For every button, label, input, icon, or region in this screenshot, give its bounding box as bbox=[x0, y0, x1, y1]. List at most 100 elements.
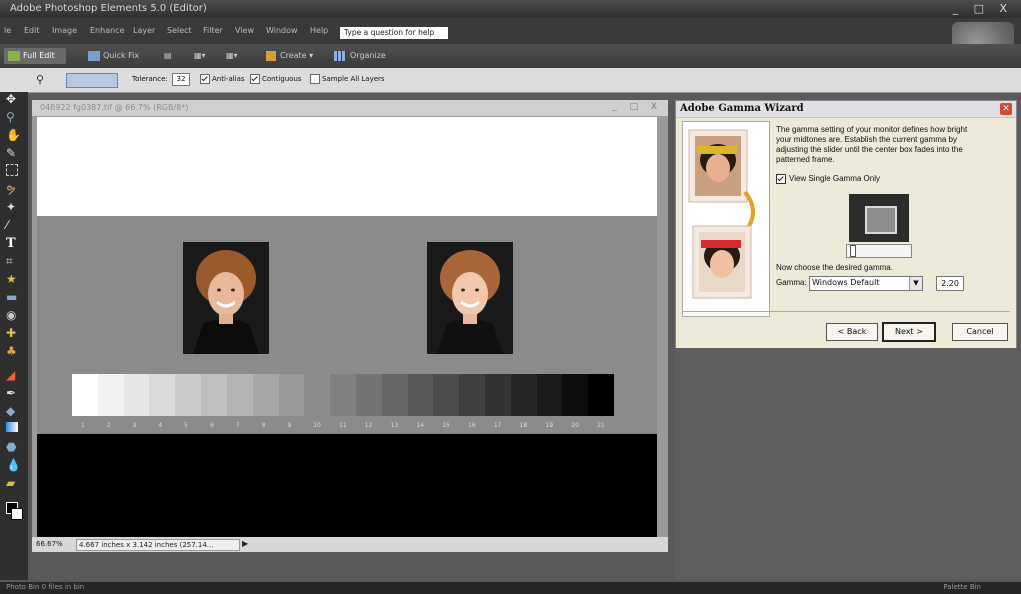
contiguous-label: Contiguous bbox=[262, 75, 302, 83]
status-arrow-icon[interactable]: ▶ bbox=[242, 539, 248, 548]
print-icon[interactable]: ▤ bbox=[164, 48, 178, 64]
gamma-select[interactable]: Windows Default ▼ bbox=[809, 276, 923, 291]
selection-mode-icons[interactable] bbox=[66, 73, 118, 88]
gamma-center-box bbox=[865, 206, 897, 234]
full-edit-button[interactable]: Full Edit bbox=[4, 48, 66, 64]
document-dimensions[interactable]: 4.667 inches x 3.142 inches (257.14... bbox=[76, 539, 240, 551]
gray-step-cell bbox=[588, 374, 615, 416]
chevron-down-icon[interactable]: ▼ bbox=[909, 277, 922, 290]
document-window-controls[interactable]: _ □ X bbox=[612, 102, 662, 112]
toolbox: ✥ ⚲ ✋ ✎ ຯ ✦ ⁄ T ⌗ ★ ▬ ◉ ✚ ♣ ◢ ✒ ◆ ⬣ 💧 ▰ bbox=[0, 92, 28, 580]
menu-help[interactable]: Help bbox=[310, 26, 328, 35]
dialog-illustration-panel bbox=[682, 121, 770, 317]
gamma-select-value: Windows Default bbox=[812, 278, 880, 287]
gray-step-number: 14 bbox=[416, 422, 425, 429]
crop-tool-icon[interactable]: ⌗ bbox=[6, 254, 20, 268]
organize-label: Organize bbox=[350, 51, 386, 60]
dialog-title: Adobe Gamma Wizard bbox=[680, 103, 804, 114]
menu-edit[interactable]: Edit bbox=[24, 26, 40, 35]
menu-image[interactable]: Image bbox=[52, 26, 77, 35]
menu-select[interactable]: Select bbox=[167, 26, 192, 35]
type-tool-icon[interactable]: T bbox=[6, 236, 20, 251]
gradient-tool-icon[interactable] bbox=[6, 422, 18, 432]
gray-step-number: 13 bbox=[390, 422, 399, 429]
gray-step-cell bbox=[226, 374, 253, 416]
order-prints-icon[interactable]: ▦▾ bbox=[226, 48, 250, 64]
view-single-gamma-checkbox[interactable] bbox=[776, 174, 786, 184]
eyedropper-tool-icon[interactable]: ✎ bbox=[6, 146, 20, 160]
healing-brush-icon[interactable]: ✚ bbox=[6, 326, 20, 340]
gray-step-cell bbox=[304, 374, 331, 416]
contiguous-checkbox[interactable] bbox=[250, 74, 260, 84]
dialog-description: The gamma setting of your monitor define… bbox=[776, 125, 968, 164]
paint-bucket-icon[interactable]: ◆ bbox=[6, 404, 20, 418]
quick-fix-button[interactable]: Quick Fix bbox=[86, 48, 148, 64]
photo-bin-toggle[interactable]: Photo Bin 0 files in bin bbox=[6, 583, 84, 591]
dialog-title-bar: Adobe Gamma Wizard bbox=[676, 101, 1016, 118]
menu-file[interactable]: le bbox=[4, 26, 11, 35]
selection-brush-icon[interactable]: ⁄ bbox=[6, 218, 20, 232]
menu-window[interactable]: Window bbox=[266, 26, 298, 35]
menu-filter[interactable]: Filter bbox=[203, 26, 223, 35]
magic-wand-tool-icon[interactable]: ✦ bbox=[6, 200, 20, 214]
gray-step-cell bbox=[149, 374, 176, 416]
palette-bin-toggle[interactable]: Palette Bin bbox=[943, 583, 981, 591]
anti-alias-checkbox[interactable] bbox=[200, 74, 210, 84]
gamma-slider-thumb[interactable] bbox=[850, 245, 856, 257]
choose-gamma-prompt: Now choose the desired gamma. bbox=[776, 263, 893, 272]
gray-step-number: 3 bbox=[132, 422, 137, 429]
gray-step-number: 10 bbox=[313, 422, 321, 429]
gray-step-cell bbox=[510, 374, 537, 416]
shape-tool-icon[interactable]: ⬣ bbox=[6, 440, 20, 454]
canvas-black-area bbox=[37, 434, 657, 537]
help-search-input[interactable]: Type a question for help bbox=[340, 27, 448, 39]
magic-wand-icon[interactable]: ⚲ bbox=[36, 73, 44, 86]
gray-step-cell bbox=[123, 374, 150, 416]
back-button[interactable]: < Back bbox=[826, 323, 878, 341]
organize-button[interactable]: Organize bbox=[334, 48, 394, 64]
cookie-cutter-icon[interactable]: ★ bbox=[6, 272, 20, 286]
gray-step-cell bbox=[97, 374, 124, 416]
gamma-illustration-image bbox=[688, 129, 755, 299]
full-edit-icon bbox=[8, 50, 20, 61]
gray-step-cell bbox=[459, 374, 485, 416]
gray-step-number: 8 bbox=[261, 422, 266, 429]
view-single-gamma-label: View Single Gamma Only bbox=[789, 174, 880, 183]
move-tool-icon[interactable]: ✥ bbox=[6, 92, 20, 106]
hand-tool-icon[interactable]: ✋ bbox=[6, 128, 21, 142]
app-title: Adobe Photoshop Elements 5.0 (Editor) bbox=[10, 3, 207, 14]
gamma-value-input[interactable]: 2.20 bbox=[936, 276, 964, 291]
gray-step-number: 11 bbox=[339, 422, 347, 429]
cancel-button[interactable]: Cancel bbox=[952, 323, 1008, 341]
gray-step-number: 7 bbox=[235, 422, 240, 429]
window-controls[interactable]: _ □ X bbox=[953, 2, 1013, 15]
clone-stamp-icon[interactable]: ♣ bbox=[6, 344, 20, 358]
marquee-tool-icon[interactable] bbox=[6, 164, 18, 176]
document-status-bar: 66.67% 4.667 inches x 3.142 inches (257.… bbox=[32, 537, 668, 552]
menu-enhance[interactable]: Enhance bbox=[90, 26, 125, 35]
sample-all-layers-checkbox[interactable] bbox=[310, 74, 320, 84]
menu-layer[interactable]: Layer bbox=[133, 26, 155, 35]
gray-step-number: 9 bbox=[287, 422, 292, 429]
zoom-tool-icon[interactable]: ⚲ bbox=[6, 110, 20, 124]
gray-step-cell bbox=[562, 374, 589, 416]
background-color-icon[interactable] bbox=[11, 508, 23, 520]
portrait-photo-right bbox=[427, 242, 513, 354]
gray-step-number: 17 bbox=[493, 422, 502, 429]
brush-tool-icon[interactable]: ✒ bbox=[6, 386, 20, 400]
straighten-tool-icon[interactable]: ▬ bbox=[6, 290, 20, 304]
lasso-tool-icon[interactable]: ຯ bbox=[6, 182, 20, 196]
blur-tool-icon[interactable]: 💧 bbox=[6, 458, 21, 472]
gray-step-number: 20 bbox=[571, 422, 579, 429]
menu-view[interactable]: View bbox=[235, 26, 254, 35]
grayscale-step-wedge bbox=[72, 374, 615, 416]
quick-fix-label: Quick Fix bbox=[103, 51, 140, 60]
share-icon[interactable]: ▦▾ bbox=[194, 48, 218, 64]
red-eye-tool-icon[interactable]: ◉ bbox=[6, 308, 20, 322]
close-icon[interactable]: ✕ bbox=[1000, 103, 1012, 115]
next-button[interactable]: Next > bbox=[882, 322, 936, 342]
tolerance-input[interactable]: 32 bbox=[172, 73, 190, 86]
eraser-tool-icon[interactable]: ◢ bbox=[6, 368, 20, 382]
sponge-tool-icon[interactable]: ▰ bbox=[6, 476, 20, 490]
create-button[interactable]: Create ▾ bbox=[266, 48, 326, 64]
